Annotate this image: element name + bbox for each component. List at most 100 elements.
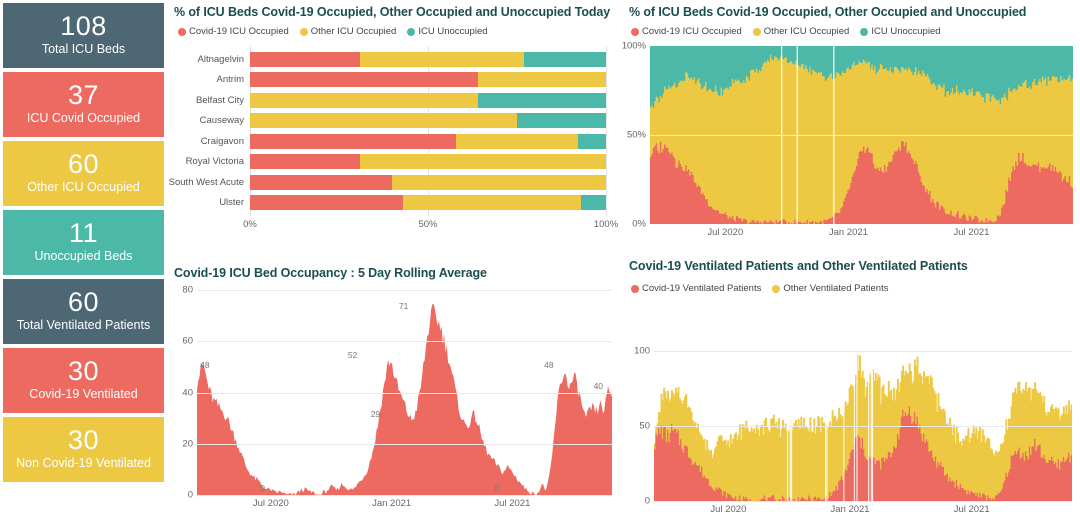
data-point-label: 0 [494,483,500,493]
y-axis-tick: 20 [182,438,193,450]
legend-label: Other ICU Occupied [310,26,397,37]
data-point-label: 29 [370,408,381,419]
grid-line [654,351,1072,352]
chart-ventilated-patients: 0 50 100 Jul 2020 Jan 2021 Jul 2021 [634,336,1072,515]
bar-segment[interactable] [456,133,578,149]
stacked-bar [250,92,606,108]
bar-row[interactable]: Belfast City [167,92,622,108]
legend-label: Other Ventilated Patients [783,283,889,294]
kpi-label: ICU Covid Occupied [26,111,141,126]
kpi-value: 60 [67,286,100,317]
x-axis-tick: 100% [593,219,619,230]
kpi-card-total-ventilated-patients[interactable]: 60 Total Ventilated Patients [3,279,164,344]
kpi-value: 60 [67,148,100,179]
bar-segment[interactable] [581,195,606,211]
legend-item[interactable]: Covid-19 ICU Occupied [178,26,289,37]
data-point-label: 48 [544,360,554,370]
bar-row[interactable]: South West Acute [167,174,622,190]
x-axis-icu-today: 0% 50% 100% [167,216,622,234]
kpi-card-total-icu-beds[interactable]: 108 Total ICU Beds [3,3,164,68]
bar-row[interactable]: Causeway [167,113,622,129]
bar-segment[interactable] [360,51,525,67]
bar-category-label: Causeway [199,115,244,127]
bar-row[interactable]: Royal Victoria [167,154,622,170]
y-axis-tick: 60 [182,335,193,347]
legend-ventilated: Covid-19 Ventilated Patients Other Ventil… [622,273,1080,294]
grid-line [197,392,612,394]
bar-segment[interactable] [360,154,606,170]
kpi-value: 37 [67,79,100,110]
bar-row[interactable]: Craigavon [167,133,622,149]
bar-row[interactable]: Altnagelvin [167,51,622,67]
grid-line [654,501,1072,502]
bar-segment[interactable] [250,113,517,129]
data-point-label: 40 [593,380,604,391]
legend-item[interactable]: Covid-19 Ventilated Patients [631,283,761,294]
grid-line [197,495,612,496]
panel-icu-occupancy-timeseries: % of ICU Beds Covid-19 Occupied, Other O… [622,0,1080,255]
chart-icu-occupancy-timeseries: 0% 50% 100% Jul 2020 Jan 2021 Jul 2021 [622,41,1073,238]
legend-label: Covid-19 ICU Occupied [642,26,742,37]
kpi-value: 30 [67,424,100,455]
bar-segment[interactable] [250,174,393,190]
legend-label: ICU Unoccupied [871,26,941,37]
panel-icu-beds-today: % of ICU Beds Covid-19 Occupied, Other O… [167,0,622,262]
legend-item[interactable]: ICU Unoccupied [407,26,488,37]
bar-row[interactable]: Ulster [167,195,622,211]
bar-segment[interactable] [403,195,582,211]
kpi-value: 11 [68,217,99,248]
bar-segment[interactable] [517,113,606,129]
x-axis-tick: 0% [243,219,257,230]
legend-swatch-icon [772,284,781,293]
grid-line [654,426,1072,427]
x-axis-tick: Jul 2021 [494,498,531,509]
legend-item[interactable]: Other ICU Occupied [752,26,849,37]
legend-swatch-icon [178,27,186,36]
bar-rows: Altnagelvin Antrim Belfast City Causeway Cra… [167,46,622,216]
bar-segment[interactable] [392,174,606,190]
bar-segment[interactable] [577,133,606,149]
legend-item[interactable]: ICU Unoccupied [860,26,941,37]
legend-label: Covid-19 ICU Occupied [189,26,289,37]
bar-segment[interactable] [250,92,478,108]
bar-segment[interactable] [524,51,606,67]
kpi-card-non-covid-19-ventilated[interactable]: 30 Non Covid-19 Ventilated [3,417,164,482]
bar-category-label: Antrim [216,74,244,86]
legend-item[interactable]: Other ICU Occupied [299,26,397,37]
kpi-value: 108 [60,10,107,41]
bar-row[interactable]: Antrim [167,72,622,88]
panel-covid-icu-rolling: Covid-19 ICU Bed Occupancy : 5 Day Rolli… [167,262,622,531]
x-axis-tick: Jan 2021 [828,227,868,238]
bar-category-label: Royal Victoria [185,156,244,168]
kpi-card-covid-19-ventilated[interactable]: 30 Covid-19 Ventilated [3,348,164,413]
stacked-bar [250,51,606,67]
bar-segment[interactable] [250,72,478,88]
y-axis-tick: 100 [634,345,650,357]
x-axis-tick: Jul 2021 [953,504,990,515]
chart-covid-icu-rolling: 0 20 40 60 80 Jul 2020 Jan 2021 Jul 2021 48 0 52 29… [182,285,612,509]
kpi-card-unoccupied-beds[interactable]: 11 Unoccupied Beds [3,210,164,275]
data-point-label: 52 [347,349,358,360]
y-axis-tick: 100% [621,40,646,52]
grid-line [197,290,612,291]
bar-segment[interactable] [250,195,404,211]
panel-title-ventilated-patients: Covid-19 Ventilated Patients and Other V… [629,259,968,273]
bar-segment[interactable] [477,72,606,88]
stacked-bar [250,72,606,88]
legend-item[interactable]: Other Ventilated Patients [772,283,888,294]
stacked-bar [250,195,606,211]
x-axis-tick: Jul 2021 [953,227,990,238]
stacked-bar [250,154,606,170]
data-point-label: 0 [260,483,265,493]
grid-line [197,443,612,445]
legend-item[interactable]: Covid-19 ICU Occupied [631,26,742,37]
kpi-card-icu-covid-occupied[interactable]: 37 ICU Covid Occupied [3,72,164,137]
bar-segment[interactable] [477,92,606,108]
x-axis-tick: Jul 2020 [710,504,747,515]
x-axis-tick: Jul 2020 [252,498,289,509]
bar-segment[interactable] [250,51,361,67]
bar-segment[interactable] [250,133,457,149]
kpi-value: 30 [67,355,100,386]
bar-segment[interactable] [250,154,361,170]
kpi-card-other-icu-occupied[interactable]: 60 Other ICU Occupied [3,141,164,206]
